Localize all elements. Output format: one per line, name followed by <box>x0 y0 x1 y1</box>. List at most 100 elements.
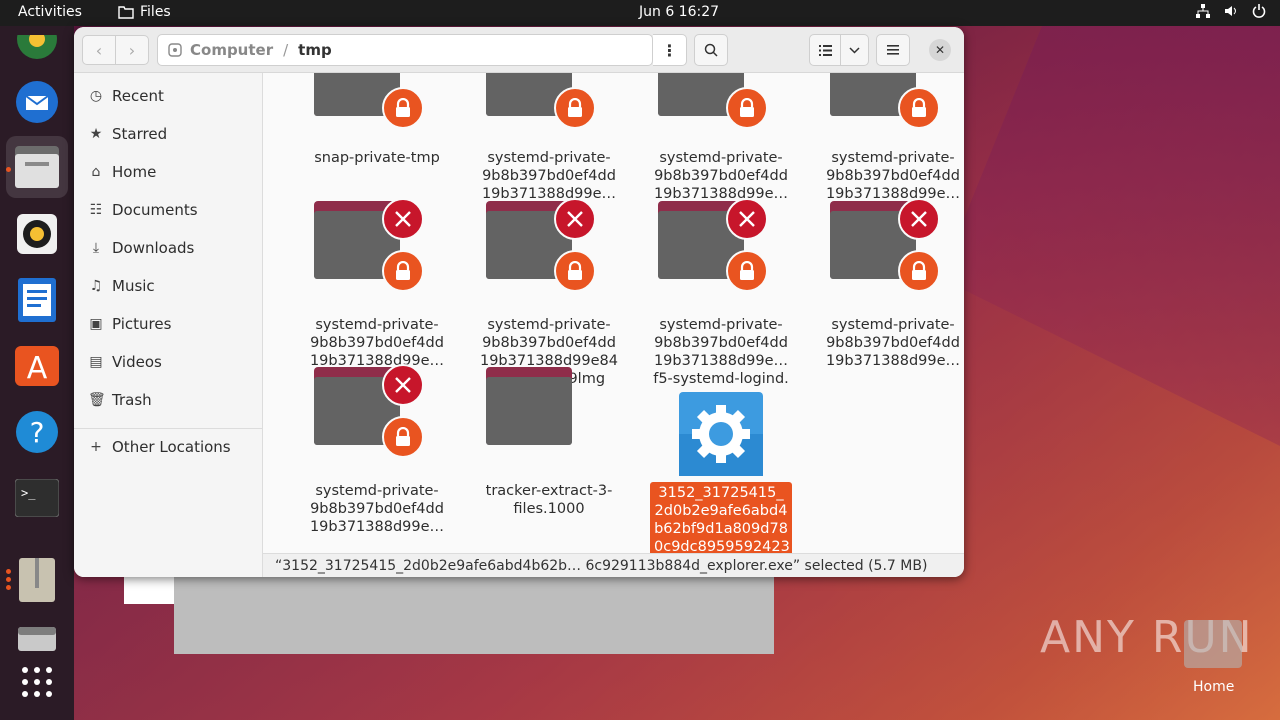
error-icon <box>382 198 424 240</box>
lock-icon <box>726 87 768 129</box>
file-label-line: tracker-extract-3- <box>485 483 613 499</box>
folder-icon <box>118 6 134 19</box>
header-bar: ‹ › Computer / tmp ⋮ ✕ <box>74 27 964 73</box>
file-label-line: systemd-private- <box>487 150 611 166</box>
file-label-line: systemd-private- <box>831 150 955 166</box>
sidebar-item-recent[interactable]: ◷ Recent <box>88 82 164 110</box>
file-grid[interactable]: snap-private-tmp systemd-private- 9b8b397b… <box>263 73 964 553</box>
lock-icon <box>898 250 940 292</box>
sidebar: ◷ Recent ★ Starred ⌂ Home ☷ Documents ⤓ … <box>74 73 263 577</box>
star-icon: ★ <box>89 126 103 142</box>
file-label-line: 19b371388d99e… <box>653 353 789 369</box>
trash-icon: 🗑 <box>88 392 106 408</box>
close-button[interactable]: ✕ <box>929 39 951 61</box>
chevron-left-icon: ‹ <box>95 40 103 60</box>
archive-icon[interactable] <box>13 556 61 604</box>
file-label: systemd-private- 9b8b397bd0ef4dd 19b371388… <box>292 482 462 536</box>
chrome-icon[interactable] <box>13 26 61 74</box>
sidebar-item-trash[interactable]: 🗑 Trash <box>88 386 152 414</box>
file-label: systemd-private- 9b8b397bd0ef4dd 19b371388… <box>808 316 964 370</box>
sidebar-item-starred[interactable]: ★ Starred <box>88 120 167 148</box>
file-label-line: 19b371388d99e… <box>309 519 445 535</box>
activities-button[interactable]: Activities <box>18 4 82 20</box>
sidebar-item-documents[interactable]: ☷ Documents <box>88 196 198 224</box>
list-view-icon <box>818 44 832 56</box>
writer-icon[interactable] <box>13 276 61 324</box>
show-apps-icon[interactable] <box>13 658 61 706</box>
sidebar-item-videos[interactable]: ▤ Videos <box>88 348 162 376</box>
file-label: systemd-private- 9b8b397bd0ef4dd 19b371388… <box>808 149 964 203</box>
svg-text:>_: >_ <box>21 486 36 500</box>
path-menu-button[interactable]: ⋮ <box>653 34 687 66</box>
sidebar-item-home[interactable]: ⌂ Home <box>88 158 157 186</box>
sidebar-divider <box>74 428 263 429</box>
folder-icon <box>486 367 572 445</box>
sidebar-item-label: Pictures <box>112 315 172 333</box>
lock-icon <box>726 250 768 292</box>
file-label-line: b62bf9d1a809d78 <box>654 521 788 537</box>
path-current[interactable]: tmp <box>298 41 332 59</box>
file-label: systemd-private- 9b8b397bd0ef4dd 19b371388… <box>464 149 634 203</box>
home-desktop-label[interactable]: Home <box>1193 679 1234 695</box>
lock-icon <box>382 416 424 458</box>
files-window: ‹ › Computer / tmp ⋮ ✕ ◷ Recent ★ Starre… <box>74 27 964 577</box>
sidebar-item-label: Videos <box>112 353 162 371</box>
forward-button[interactable]: › <box>115 35 149 65</box>
svg-text:A: A <box>27 351 48 386</box>
clock[interactable]: Jun 6 16:27 <box>639 4 719 20</box>
sidebar-item-label: Music <box>112 277 155 295</box>
path-computer[interactable]: Computer <box>168 41 273 59</box>
rhythmbox-icon[interactable] <box>13 210 61 258</box>
file-label-line: 2d0b2e9afe6abd4 <box>654 503 788 519</box>
system-tray[interactable] <box>1196 4 1266 22</box>
document-icon: ☷ <box>89 202 103 218</box>
chevron-down-icon <box>849 46 860 54</box>
file-label-line: 0c9dc8959592423 <box>654 539 790 553</box>
background-window[interactable] <box>124 575 174 604</box>
thunderbird-icon[interactable] <box>13 78 61 126</box>
picture-icon: ▣ <box>89 316 103 332</box>
volume-icon <box>1224 4 1238 22</box>
file-label: snap-private-tmp <box>292 149 462 167</box>
file-label-line: 9b8b397bd0ef4dd <box>826 335 960 351</box>
sidebar-item-label: Downloads <box>112 239 195 257</box>
file-label-line: systemd-private- <box>487 317 611 333</box>
sidebar-item-other-locations[interactable]: + Other Locations <box>88 433 231 461</box>
path-bar[interactable]: Computer / tmp <box>157 34 653 66</box>
error-icon <box>382 364 424 406</box>
disk-icon[interactable] <box>13 614 61 662</box>
sidebar-item-label: Recent <box>112 87 164 105</box>
sidebar-item-pictures[interactable]: ▣ Pictures <box>88 310 171 338</box>
network-icon <box>1196 4 1210 22</box>
files-icon[interactable] <box>6 136 68 198</box>
sidebar-item-downloads[interactable]: ⤓ Downloads <box>88 234 195 262</box>
search-icon <box>704 43 718 57</box>
home-folder-icon[interactable] <box>1184 620 1242 668</box>
search-button[interactable] <box>694 34 728 66</box>
lock-icon <box>554 250 596 292</box>
sidebar-item-music[interactable]: ♫ Music <box>88 272 155 300</box>
back-button[interactable]: ‹ <box>82 35 116 65</box>
lock-icon <box>554 87 596 129</box>
file-label-line: 9b8b397bd0ef4dd <box>310 335 444 351</box>
view-options-button[interactable] <box>841 34 869 66</box>
file-label-line: 9b8b397bd0ef4dd <box>310 501 444 517</box>
sidebar-item-label: Starred <box>112 125 168 143</box>
main-menu-button[interactable] <box>876 34 910 66</box>
power-icon <box>1252 4 1266 22</box>
file-label-line: systemd-private- <box>659 317 783 333</box>
file-label: systemd-private- 9b8b397bd0ef4dd 19b371388… <box>636 149 806 203</box>
lock-icon <box>898 87 940 129</box>
terminal-icon[interactable]: >_ <box>13 474 61 522</box>
file-label-line: 9b8b397bd0ef4dd <box>826 168 960 184</box>
software-icon[interactable]: A <box>13 342 61 390</box>
file-label-line: systemd-private- <box>315 483 439 499</box>
app-menu[interactable]: Files <box>118 4 171 20</box>
lock-icon <box>382 250 424 292</box>
file-label-line: 19b371388d99e… <box>825 353 961 369</box>
file-label-line: 9b8b397bd0ef4dd <box>654 335 788 351</box>
home-icon: ⌂ <box>91 164 101 180</box>
help-icon[interactable]: ? <box>13 408 61 456</box>
view-list-button[interactable] <box>809 34 841 66</box>
background-window[interactable] <box>174 575 774 654</box>
